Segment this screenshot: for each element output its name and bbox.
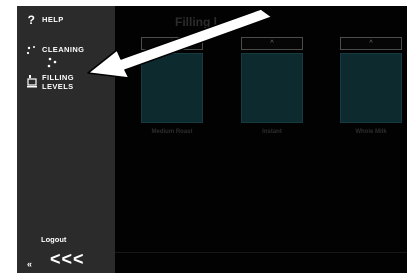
- hopper-level-bar: [141, 53, 203, 123]
- sidebar: ? HELP CLEANING FILLING LEVELS Logout « …: [17, 6, 115, 273]
- page-title: Filling l: [175, 15, 217, 29]
- question-mark-icon: ?: [27, 13, 36, 27]
- hopper-level-bar: [340, 53, 402, 123]
- hopper-label: Whole Milk: [355, 129, 387, 135]
- divider: [115, 252, 407, 253]
- sidebar-item-cleaning[interactable]: CLEANING: [25, 45, 84, 70]
- sidebar-item-label: CLEANING: [42, 45, 85, 54]
- sidebar-item-label-line2: LEVELS: [42, 82, 74, 91]
- hopper-instant: ^ Instant: [241, 37, 303, 135]
- logout-button[interactable]: Logout: [41, 235, 66, 244]
- cup-icon: [25, 73, 38, 91]
- main-panel: Filling l ^ Medium Roast ^ Instant ^ Who…: [115, 6, 407, 273]
- hopper-up-button[interactable]: ^: [340, 37, 402, 50]
- back-button[interactable]: <<<: [50, 249, 85, 270]
- hopper-up-button[interactable]: ^: [141, 37, 203, 50]
- hopper-label: Medium Roast: [151, 129, 193, 135]
- hopper-label: Instant: [262, 129, 282, 135]
- cleaning-icon: [25, 45, 38, 59]
- sidebar-item-label-line1: FILLING: [42, 73, 74, 82]
- hopper-level-bar: [241, 53, 303, 123]
- sidebar-item-help[interactable]: ? HELP: [25, 13, 64, 27]
- sidebar-item-label: HELP: [42, 15, 64, 24]
- hopper-up-button[interactable]: ^: [241, 37, 303, 50]
- back-small-icon[interactable]: «: [27, 259, 32, 269]
- hopper-whole-milk: ^ Whole Milk: [340, 37, 402, 135]
- device-screen: ? HELP CLEANING FILLING LEVELS Logout « …: [17, 6, 407, 273]
- sparkle-dots-icon: [47, 57, 57, 68]
- hopper-medium-roast: ^ Medium Roast: [141, 37, 203, 135]
- sidebar-item-filling-levels[interactable]: FILLING LEVELS: [25, 73, 74, 91]
